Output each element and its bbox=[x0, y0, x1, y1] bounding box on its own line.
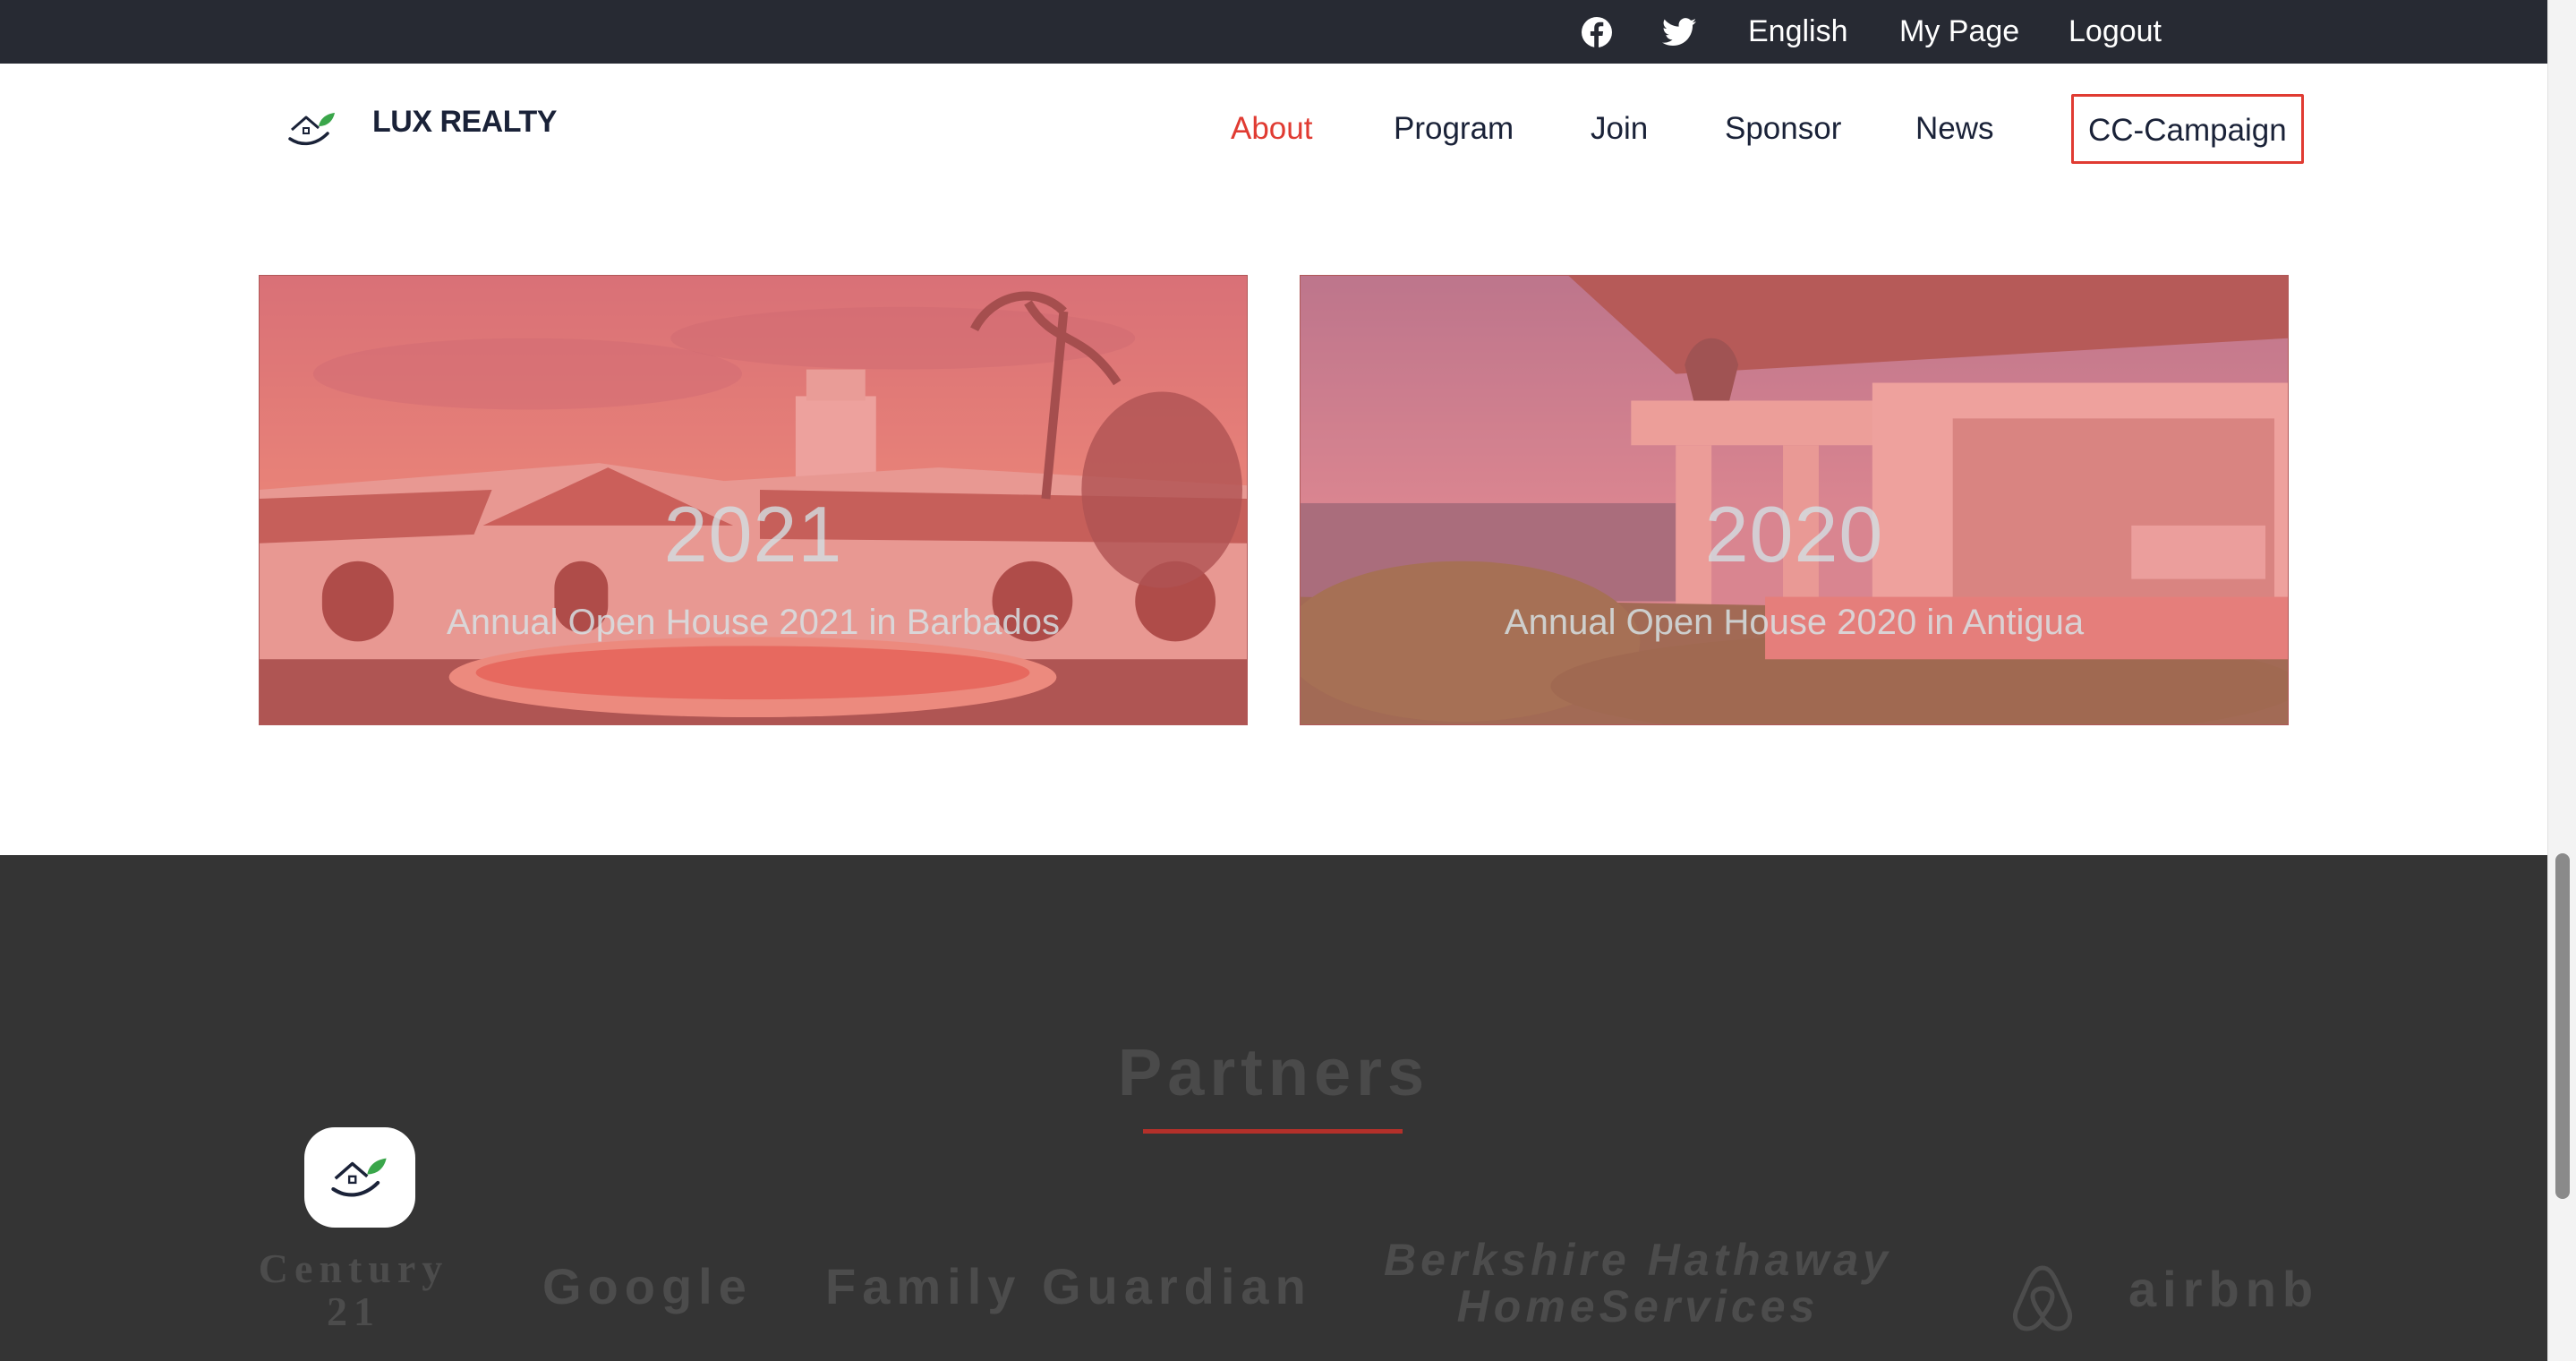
brand-name[interactable]: LUX REALTY bbox=[372, 105, 557, 140]
nav-sponsor[interactable]: Sponsor bbox=[1725, 64, 1841, 194]
house-leaf-logo-icon bbox=[331, 1158, 387, 1197]
lux-realty-badge[interactable] bbox=[304, 1127, 415, 1228]
nav-cc-campaign-button[interactable]: CC-Campaign bbox=[2071, 94, 2304, 164]
facebook-icon[interactable] bbox=[1581, 16, 1613, 48]
twitter-icon[interactable] bbox=[1662, 18, 1696, 47]
event-year: 2020 bbox=[1704, 490, 1884, 578]
event-card-2021[interactable]: 2021 Annual Open House 2021 in Barbados bbox=[259, 275, 1248, 725]
nav-program[interactable]: Program bbox=[1394, 64, 1514, 194]
language-selector[interactable]: English bbox=[1748, 0, 1848, 64]
event-caption: Annual Open House 2021 in Barbados bbox=[447, 603, 1060, 642]
airbnb-icon bbox=[2013, 1265, 2072, 1331]
nav-join[interactable]: Join bbox=[1591, 64, 1648, 194]
page-scrollbar[interactable] bbox=[2547, 0, 2576, 1361]
logout-link[interactable]: Logout bbox=[2068, 0, 2162, 64]
event-year: 2021 bbox=[663, 490, 843, 578]
top-utility-bar: English My Page Logout bbox=[0, 0, 2547, 64]
house-leaf-logo-icon[interactable] bbox=[288, 110, 337, 148]
heading-underline bbox=[1143, 1129, 1403, 1134]
partners-section: Partners Century 21 Google Family Guardia… bbox=[0, 855, 2547, 1361]
partner-berkshire-hathaway[interactable]: Berkshire Hathaway HomeServices bbox=[1378, 1237, 1898, 1330]
nav-news[interactable]: News bbox=[1915, 64, 1994, 194]
partner-century21[interactable]: Century 21 bbox=[242, 1247, 465, 1333]
my-page-link[interactable]: My Page bbox=[1899, 0, 2019, 64]
partners-heading: Partners bbox=[1117, 1035, 1430, 1109]
partner-airbnb[interactable]: airbnb bbox=[2128, 1260, 2319, 1318]
event-card-2020[interactable]: 2020 Annual Open House 2020 in Antigua bbox=[1300, 275, 2289, 725]
main-navbar: LUX REALTY About Program Join Sponsor Ne… bbox=[0, 64, 2547, 194]
partner-google[interactable]: Google bbox=[542, 1257, 753, 1315]
nav-about[interactable]: About bbox=[1231, 64, 1312, 194]
event-caption: Annual Open House 2020 in Antigua bbox=[1504, 603, 2085, 642]
partner-family-guardian[interactable]: Family Guardian bbox=[825, 1257, 1312, 1315]
scrollbar-thumb[interactable] bbox=[2555, 853, 2570, 1199]
